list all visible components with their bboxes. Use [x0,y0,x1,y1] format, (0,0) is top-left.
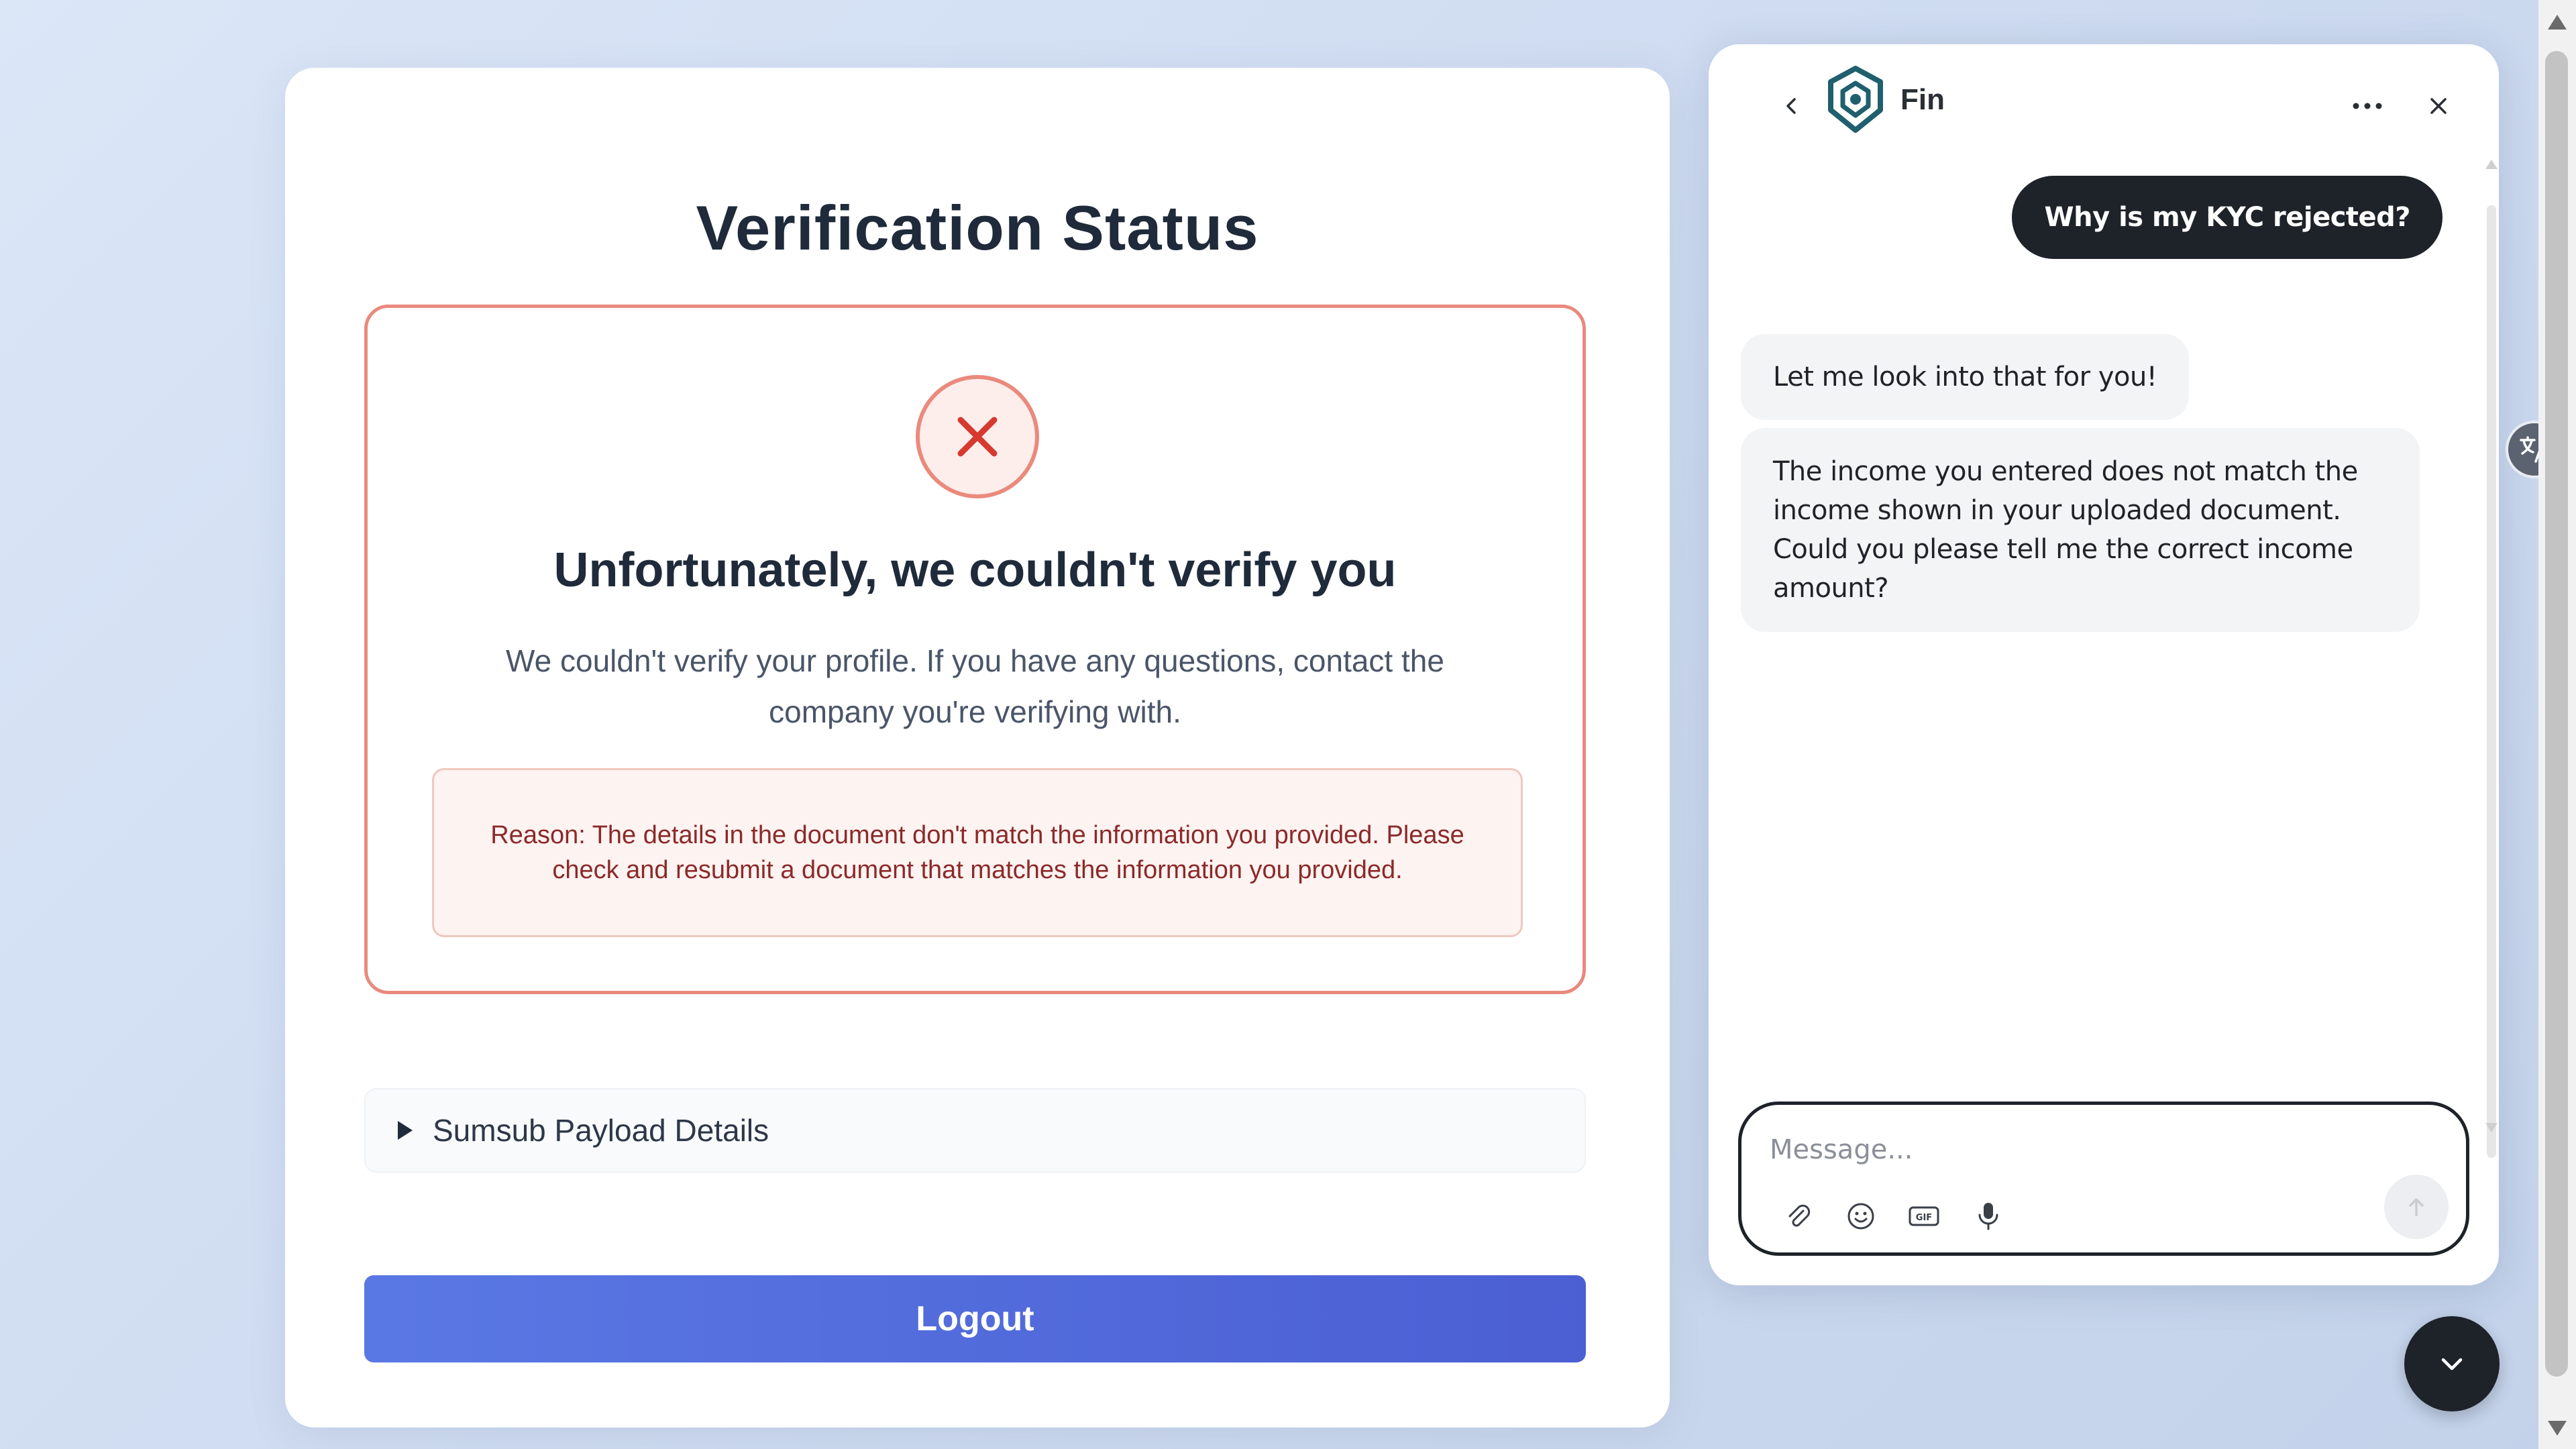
chevron-down-icon [2441,1358,2463,1371]
page-scroll-down-arrow[interactable] [2548,1421,2567,1436]
payload-details-disclosure[interactable]: Sumsub Payload Details [364,1088,1586,1173]
user-message: Why is my KYC rejected? [2012,176,2443,259]
arrow-up-icon [2409,1198,2424,1216]
paperclip-icon[interactable] [1776,1195,1819,1238]
verification-failed-panel: Unfortunately, we couldn't verify you We… [364,305,1586,994]
disclosure-triangle-icon [398,1121,413,1140]
chat-launcher-button[interactable] [2404,1316,2500,1411]
payload-details-label: Sumsub Payload Details [433,1113,769,1148]
bot-message: Let me look into that for you! [1741,334,2190,420]
rejection-reason-text: Reason: The details in the document don'… [490,821,1464,884]
fin-logo-icon [1828,66,1883,133]
message-input[interactable] [1768,1122,2361,1177]
status-heading: Unfortunately, we couldn't verify you [553,543,1397,597]
chat-scroll-up-arrow[interactable] [2485,160,2498,169]
chat-scrollbar[interactable] [2487,205,2496,1158]
emoji-icon[interactable] [1839,1195,1882,1238]
send-button[interactable] [2384,1175,2449,1239]
page-scroll-thumb[interactable] [2545,51,2568,1377]
logout-button[interactable]: Logout [364,1275,1586,1362]
close-icon[interactable] [2412,79,2465,133]
page-title: Verification Status [696,193,1259,263]
message-composer: GIF [1738,1102,2469,1256]
status-description: We couldn't verify your profile. If you … [506,643,1444,729]
verification-card: Verification Status Unfortunately, we co… [285,68,1670,1428]
x-mark-icon [957,417,998,457]
microphone-icon[interactable] [1967,1195,2010,1238]
gif-icon[interactable]: GIF [1902,1195,1945,1238]
agent-name: Fin [1900,83,1945,116]
back-icon[interactable] [1765,79,1819,133]
more-options-icon[interactable] [2341,86,2394,126]
rejection-reason-box: Reason: The details in the document don'… [432,768,1523,937]
chat-scroll-down-arrow[interactable] [2485,1123,2498,1132]
error-status-icon [916,375,1039,498]
chat-widget: Fin Why is my KYC rejected? Let me look … [1709,44,2499,1285]
chat-header: Fin [1709,44,2499,152]
svg-text:GIF: GIF [1916,1213,1932,1223]
page-scroll-up-arrow[interactable] [2548,15,2567,30]
page-scrollbar[interactable] [2538,0,2576,1449]
bot-message: The income you entered does not match th… [1741,428,2420,632]
